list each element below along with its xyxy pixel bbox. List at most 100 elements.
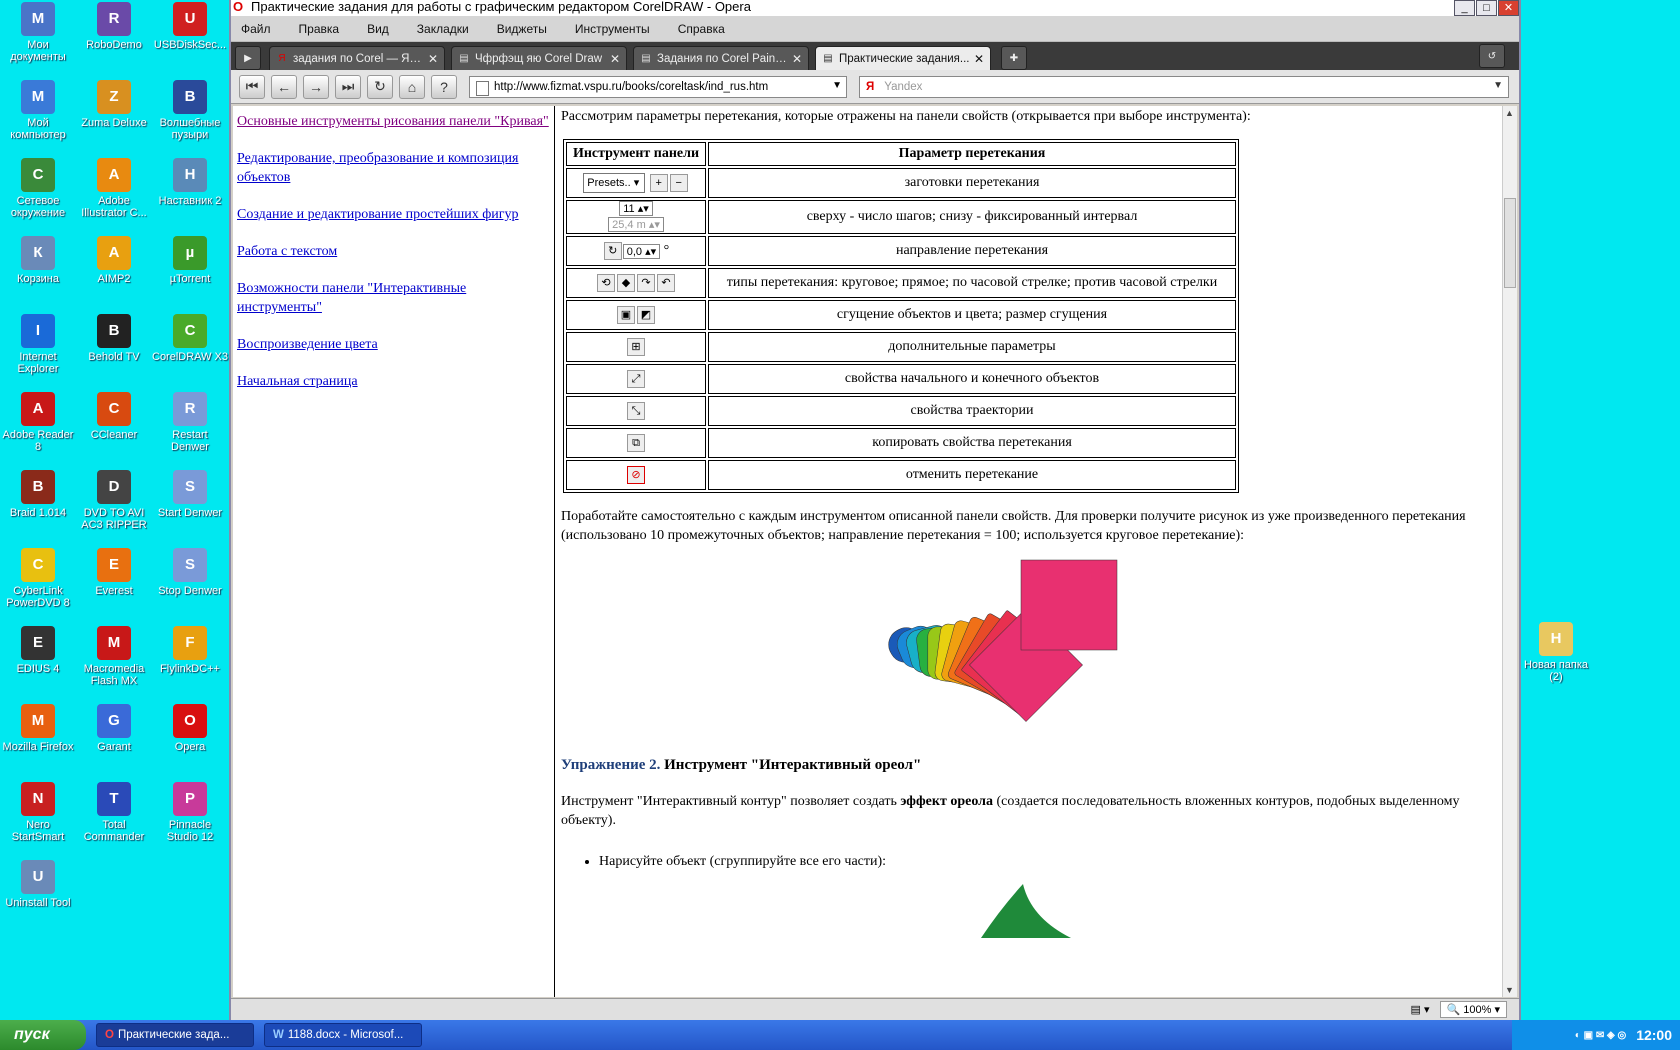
start-button[interactable]: пуск: [0, 1020, 86, 1050]
clear-blend-icon[interactable]: ⊘: [627, 466, 645, 484]
title-bar[interactable]: O Практические задания для работы с граф…: [231, 0, 1519, 16]
scroll-thumb[interactable]: [1504, 198, 1516, 288]
taskbar-button[interactable]: O Практические зада...: [96, 1023, 254, 1047]
desktop-icon[interactable]: I Internet Explorer: [0, 314, 76, 375]
desktop-icon[interactable]: F FlylinkDC++: [152, 626, 228, 675]
desktop-icon[interactable]: N Nero StartSmart: [0, 782, 76, 843]
menu-item[interactable]: Правка: [299, 22, 340, 36]
desktop-icon[interactable]: U Uninstall Tool: [0, 860, 76, 909]
panel-toggle-button[interactable]: ▶: [235, 46, 261, 70]
zoom-control[interactable]: 🔍 100% ▾: [1439, 1001, 1507, 1018]
desktop-icon[interactable]: E EDIUS 4: [0, 626, 76, 675]
scroll-down-icon[interactable]: ▼: [1505, 985, 1514, 995]
chevron-down-icon[interactable]: ▼: [832, 80, 842, 91]
desktop-icon[interactable]: G Garant: [76, 704, 152, 753]
desktop-icon[interactable]: М Мой компьютер: [0, 80, 76, 141]
desktop-icon[interactable]: O Opera: [152, 704, 228, 753]
presets-select[interactable]: Presets.. ▾: [583, 173, 646, 193]
misc-options-icon[interactable]: ⊞: [627, 338, 645, 356]
menu-item[interactable]: Инструменты: [575, 22, 650, 36]
clockwise-blend-icon[interactable]: ↷: [637, 274, 655, 292]
desktop-icon[interactable]: P Pinnacle Studio 12: [152, 782, 228, 843]
desktop-icon[interactable]: T Total Commander: [76, 782, 152, 843]
desktop-icon[interactable]: Н Наставник 2: [152, 158, 228, 207]
menu-item[interactable]: Файл: [241, 22, 271, 36]
sidebar-link[interactable]: Воспроизведение цвета: [237, 335, 550, 354]
desktop-icon[interactable]: C CorelDRAW X3: [152, 314, 228, 363]
add-preset-icon[interactable]: +: [649, 174, 668, 192]
new-tab-button[interactable]: ✚: [1001, 46, 1027, 70]
desktop-icon[interactable]: S Start Denwer: [152, 470, 228, 519]
direct-blend-icon[interactable]: ◆: [617, 274, 635, 292]
desktop-icon[interactable]: C CyberLink PowerDVD 8: [0, 548, 76, 609]
menu-item[interactable]: Справка: [678, 22, 725, 36]
closed-tabs-button[interactable]: ↺: [1479, 44, 1505, 68]
desktop-icon[interactable]: R RoboDemo: [76, 2, 152, 51]
scroll-up-icon[interactable]: ▲: [1505, 108, 1514, 118]
desktop-icon[interactable]: В Волшебные пузыри: [152, 80, 228, 141]
tray-icons[interactable]: ◐ ▣ ✉ ◈ ◎: [1575, 1030, 1626, 1041]
desktop-icon[interactable]: M Macromedia Flash MX: [76, 626, 152, 687]
rewind-button[interactable]: ⏮: [239, 74, 265, 99]
view-icon[interactable]: ▤ ▾: [1411, 1003, 1430, 1016]
menu-item[interactable]: Виджеты: [497, 22, 547, 36]
tab-close-icon[interactable]: ✕: [974, 52, 984, 66]
security-button[interactable]: ?: [431, 74, 457, 99]
desktop-icon[interactable]: M Mozilla Firefox: [0, 704, 76, 753]
interval-field[interactable]: 25,4 m ▴▾: [608, 217, 664, 233]
path-properties-icon[interactable]: ⤡: [627, 402, 645, 420]
browser-tab[interactable]: ▤ Задания по Corel Painte... ✕: [633, 46, 809, 70]
copy-blend-icon[interactable]: ⧉: [627, 434, 645, 452]
desktop-icon[interactable]: Н Новая папка (2): [1518, 622, 1594, 683]
minimize-button[interactable]: _: [1454, 0, 1475, 16]
desktop-icon[interactable]: B Braid 1.014: [0, 470, 76, 519]
sidebar-link[interactable]: Основные инструменты рисования панели "К…: [237, 112, 550, 131]
sidebar-link[interactable]: Создание и редактирование простейших фиг…: [237, 205, 550, 224]
chevron-down-icon[interactable]: ▼: [1493, 80, 1503, 91]
reload-button[interactable]: ↻: [367, 74, 393, 99]
browser-tab[interactable]: ▤ Чфрфэщ яю Corel Draw ✕: [451, 46, 627, 70]
desktop-icon[interactable]: A AIMP2: [76, 236, 152, 285]
sidebar-link[interactable]: Редактирование, преобразование и компози…: [237, 149, 550, 187]
tab-close-icon[interactable]: ✕: [428, 52, 438, 66]
taskbar-button[interactable]: W 1188.docx - Microsof...: [264, 1023, 422, 1047]
desktop-icon[interactable]: D DVD TO AVI AC3 RIPPER: [76, 470, 152, 531]
desktop-icon[interactable]: C CCleaner: [76, 392, 152, 441]
forward-button[interactable]: →: [303, 74, 329, 99]
menu-item[interactable]: Вид: [367, 22, 389, 36]
desktop-icon[interactable]: A Adobe Reader 8: [0, 392, 76, 453]
home-button[interactable]: ⌂: [399, 74, 425, 99]
loop-blend-icon[interactable]: ⟲: [597, 274, 615, 292]
angle-field[interactable]: 0,0 ▴▾: [622, 243, 661, 259]
close-button[interactable]: ✕: [1498, 0, 1519, 16]
remove-preset-icon[interactable]: −: [669, 174, 688, 192]
desktop-icon[interactable]: A Adobe Illustrator C...: [76, 158, 152, 219]
tab-close-icon[interactable]: ✕: [610, 52, 620, 66]
desktop-icon[interactable]: B Behold TV: [76, 314, 152, 363]
steps-field[interactable]: 11 ▴▾: [619, 201, 653, 217]
desktop-icon[interactable]: М Мои документы: [0, 2, 76, 63]
start-end-properties-icon[interactable]: ⤢: [627, 370, 645, 388]
desktop-icon[interactable]: U USBDiskSec...: [152, 2, 228, 51]
desktop-icon[interactable]: R Restart Denwer: [152, 392, 228, 453]
object-acceleration-icon[interactable]: ▣: [617, 306, 635, 324]
desktop-icon[interactable]: К Корзина: [0, 236, 76, 285]
sidebar-link[interactable]: Возможности панели "Интерактивные инстру…: [237, 279, 550, 317]
desktop-icon[interactable]: E Everest: [76, 548, 152, 597]
maximize-button[interactable]: □: [1476, 0, 1497, 16]
desktop-icon[interactable]: µ µTorrent: [152, 236, 228, 285]
address-field[interactable]: http://www.fizmat.vspu.ru/books/coreltas…: [469, 75, 847, 98]
desktop-icon[interactable]: Z Zuma Deluxe: [76, 80, 152, 129]
back-button[interactable]: ←: [271, 74, 297, 99]
vertical-scrollbar[interactable]: ▲ ▼: [1502, 106, 1517, 997]
tab-close-icon[interactable]: ✕: [792, 52, 802, 66]
fast-forward-button[interactable]: ⏭: [335, 74, 361, 99]
acceleration-size-icon[interactable]: ◩: [637, 306, 655, 324]
desktop-icon[interactable]: С Сетевое окружение: [0, 158, 76, 219]
sidebar-link[interactable]: Работа с текстом: [237, 242, 550, 261]
browser-tab[interactable]: ▤ Практические задания... ✕: [815, 46, 991, 70]
desktop-icon[interactable]: S Stop Denwer: [152, 548, 228, 597]
counterclockwise-blend-icon[interactable]: ↶: [657, 274, 675, 292]
browser-tab[interactable]: Язадания по Corel — Ян... ✕: [269, 46, 445, 70]
search-input[interactable]: Я Yandex ▼: [859, 75, 1509, 98]
